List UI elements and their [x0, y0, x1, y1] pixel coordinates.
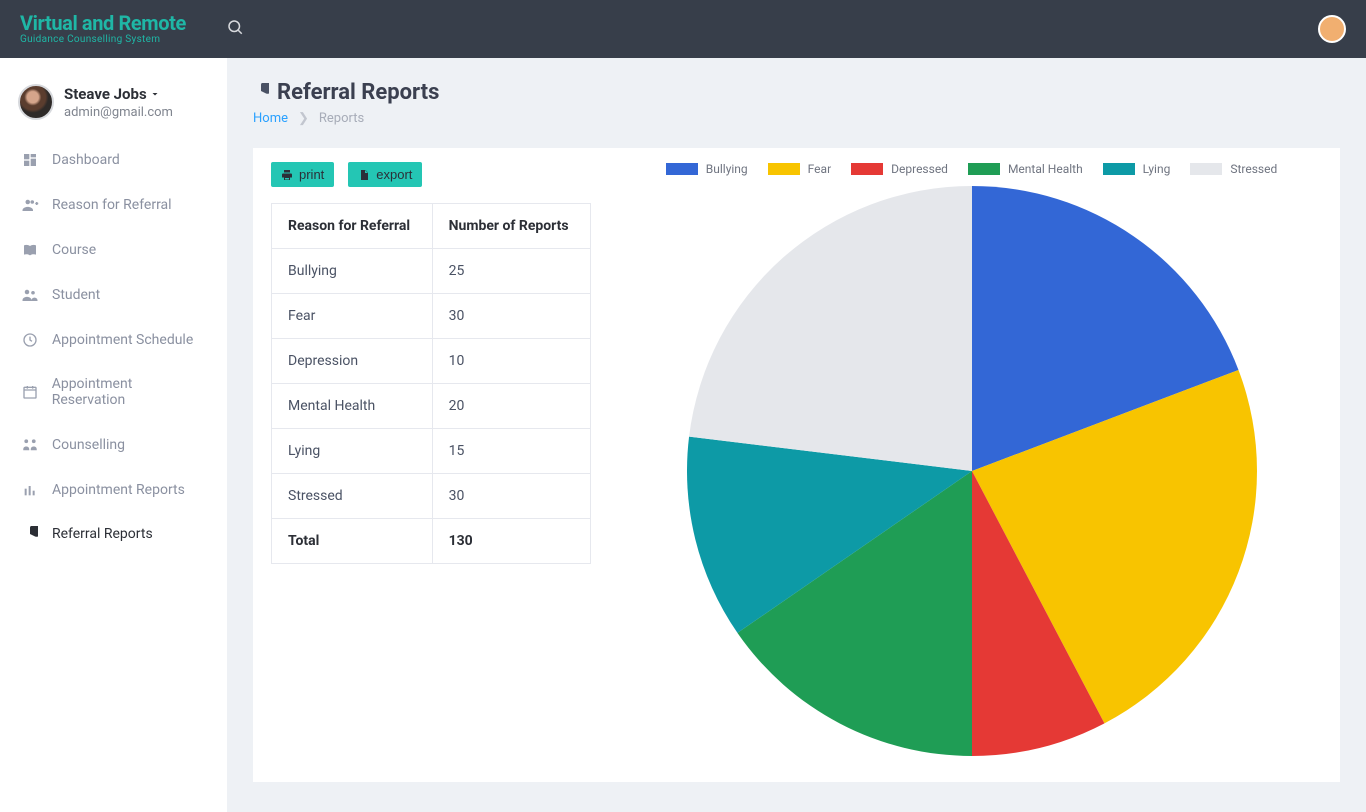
- pie-slice[interactable]: [689, 186, 972, 471]
- sidebar-item-student[interactable]: Student: [8, 272, 219, 318]
- avatar: [18, 84, 54, 120]
- sidebar-item-reason-for-referral[interactable]: Reason for Referral: [8, 182, 219, 228]
- sidebar-item-label: Appointment Reports: [52, 482, 185, 498]
- report-left: print export Reason for Referral Number …: [271, 162, 591, 756]
- legend-label: Lying: [1143, 162, 1171, 176]
- sidebar-item-dashboard[interactable]: Dashboard: [8, 138, 219, 182]
- legend-swatch: [666, 163, 698, 175]
- table-header-row: Reason for Referral Number of Reports: [272, 204, 591, 249]
- sidebar-item-label: Appointment Reservation: [52, 376, 207, 408]
- chevron-down-icon: [149, 88, 161, 100]
- chevron-right-icon: ❯: [298, 111, 309, 126]
- table-row: Fear30: [272, 294, 591, 339]
- referral-table: Reason for Referral Number of Reports Bu…: [271, 203, 591, 564]
- col-count: Number of Reports: [432, 204, 590, 249]
- bar-chart-icon: [20, 482, 40, 498]
- topbar: Virtual and Remote Guidance Counselling …: [0, 0, 1366, 58]
- sidebar-item-appointment-reservation[interactable]: Appointment Reservation: [8, 362, 219, 422]
- legend-item[interactable]: Lying: [1103, 162, 1171, 176]
- print-icon: [281, 169, 293, 181]
- legend-swatch: [768, 163, 800, 175]
- legend-label: Depressed: [891, 162, 948, 176]
- legend-swatch: [1190, 163, 1222, 175]
- sidebar-item-counselling[interactable]: Counselling: [8, 422, 219, 468]
- brand-subtitle: Guidance Counselling System: [20, 35, 186, 45]
- brand[interactable]: Virtual and Remote Guidance Counselling …: [20, 13, 186, 45]
- topbar-left: Virtual and Remote Guidance Counselling …: [20, 13, 244, 45]
- table-total-row: Total130: [272, 519, 591, 564]
- dashboard-icon: [20, 152, 40, 168]
- sidebar-nav: Dashboard Reason for Referral Course Stu…: [8, 138, 219, 556]
- brand-title: Virtual and Remote: [20, 13, 186, 33]
- sidebar-item-appointment-reports[interactable]: Appointment Reports: [8, 468, 219, 512]
- breadcrumb: Home ❯ Reports: [253, 111, 1340, 126]
- content: Referral Reports Home ❯ Reports print ex…: [227, 58, 1366, 812]
- legend-label: Bullying: [706, 162, 748, 176]
- pie-chart-icon: [20, 526, 40, 542]
- clock-icon: [20, 332, 40, 348]
- sidebar-item-label: Referral Reports: [52, 526, 153, 542]
- legend-swatch: [1103, 163, 1135, 175]
- user-email: admin@gmail.com: [64, 105, 173, 120]
- legend-item[interactable]: Stressed: [1190, 162, 1277, 176]
- user-block[interactable]: Steave Jobs admin@gmail.com: [8, 78, 219, 138]
- breadcrumb-home[interactable]: Home: [253, 111, 288, 126]
- sidebar-item-label: Course: [52, 242, 96, 258]
- legend-label: Stressed: [1230, 162, 1277, 176]
- calendar-icon: [20, 384, 40, 400]
- book-icon: [20, 242, 40, 258]
- legend-item[interactable]: Bullying: [666, 162, 748, 176]
- report-card: print export Reason for Referral Number …: [253, 148, 1340, 782]
- sidebar-item-label: Dashboard: [52, 152, 120, 168]
- page-title: Referral Reports: [277, 80, 439, 105]
- col-reason: Reason for Referral: [272, 204, 433, 249]
- chart-legend: Bullying Fear Depressed Mental Health Lying S…: [666, 162, 1277, 176]
- pie-chart-icon: [253, 83, 269, 103]
- table-row: Stressed30: [272, 474, 591, 519]
- legend-item[interactable]: Fear: [768, 162, 831, 176]
- page-head: Referral Reports: [253, 80, 1340, 105]
- sidebar-item-appointment-schedule[interactable]: Appointment Schedule: [8, 318, 219, 362]
- legend-item[interactable]: Depressed: [851, 162, 948, 176]
- sidebar-item-course[interactable]: Course: [8, 228, 219, 272]
- sidebar-item-label: Reason for Referral: [52, 197, 172, 213]
- pie-chart: [687, 186, 1257, 756]
- counselling-icon: [20, 436, 40, 454]
- breadcrumb-current: Reports: [319, 111, 364, 126]
- user-avatar-top[interactable]: [1318, 15, 1346, 43]
- sidebar-item-label: Counselling: [52, 437, 125, 453]
- legend-label: Mental Health: [1008, 162, 1083, 176]
- sidebar-item-referral-reports[interactable]: Referral Reports: [8, 512, 219, 556]
- legend-label: Fear: [808, 162, 831, 176]
- sidebar: Steave Jobs admin@gmail.com Dashboard Re…: [0, 58, 227, 812]
- legend-swatch: [968, 163, 1000, 175]
- legend-item[interactable]: Mental Health: [968, 162, 1083, 176]
- chart-area: Bullying Fear Depressed Mental Health Lying S…: [621, 162, 1322, 756]
- file-icon: [358, 169, 370, 181]
- print-button[interactable]: print: [271, 162, 334, 187]
- table-row: Bullying25: [272, 249, 591, 294]
- export-button[interactable]: export: [348, 162, 422, 187]
- table-row: Mental Health20: [272, 384, 591, 429]
- people-icon: [20, 286, 40, 304]
- sidebar-item-label: Appointment Schedule: [52, 332, 193, 348]
- table-row: Lying15: [272, 429, 591, 474]
- search-icon[interactable]: [226, 18, 244, 40]
- table-row: Depression10: [272, 339, 591, 384]
- sidebar-item-label: Student: [52, 287, 100, 303]
- legend-swatch: [851, 163, 883, 175]
- user-name: Steave Jobs: [64, 85, 161, 103]
- group-add-icon: [20, 196, 40, 214]
